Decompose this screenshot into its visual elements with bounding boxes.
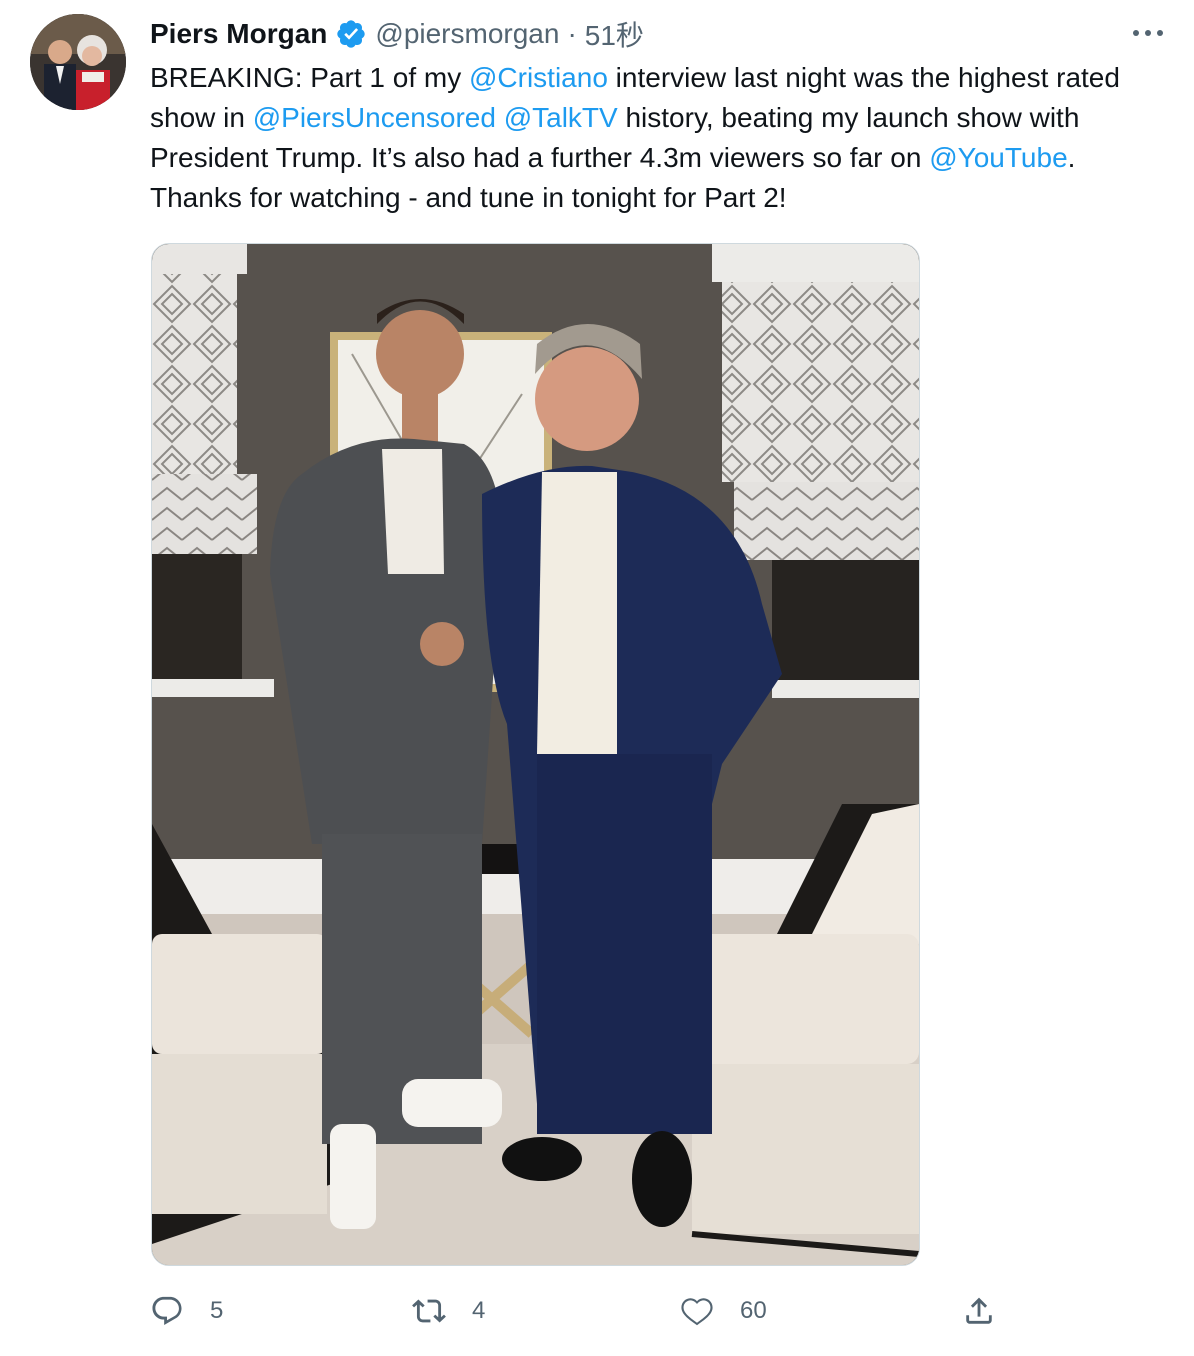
heart-icon: [681, 1298, 713, 1326]
tweet-photo[interactable]: [151, 243, 920, 1266]
tweet-timestamp[interactable]: 51秒: [585, 14, 644, 54]
verified-badge-icon: [335, 18, 367, 50]
author-handle[interactable]: @piersmorgan: [375, 18, 559, 50]
tweet-card[interactable]: Piers Morgan @piersmorgan · 51秒 BREAKING…: [0, 0, 1194, 1356]
tweet-action-bar: 5 4 60: [150, 1286, 1010, 1336]
mention-talktv[interactable]: @TalkTV: [504, 102, 618, 133]
photo-image: [152, 244, 919, 1265]
share-icon: [966, 1297, 992, 1324]
mention-youtube[interactable]: @YouTube: [929, 142, 1067, 173]
header-separator: ·: [567, 18, 577, 49]
tweet-text-segment: [496, 102, 504, 133]
retweet-button[interactable]: 4: [412, 1286, 485, 1336]
tweet-header: Piers Morgan @piersmorgan · 51秒: [150, 14, 644, 54]
avatar-image: [30, 14, 126, 110]
more-options-icon[interactable]: [1126, 18, 1170, 48]
retweet-count: 4: [472, 1297, 486, 1324]
retweet-icon: [412, 1299, 446, 1323]
mention-cristiano[interactable]: @Cristiano: [469, 62, 608, 93]
reply-count: 5: [210, 1297, 224, 1324]
like-count: 60: [740, 1297, 767, 1324]
author-avatar[interactable]: [30, 14, 126, 110]
reply-icon: [152, 1296, 182, 1326]
share-button[interactable]: [962, 1286, 996, 1336]
mention-piersuncensored[interactable]: @PiersUncensored: [253, 102, 496, 133]
author-name[interactable]: Piers Morgan: [150, 18, 327, 50]
like-button[interactable]: 60: [680, 1286, 767, 1336]
tweet-text: BREAKING: Part 1 of my @Cristiano interv…: [150, 58, 1170, 218]
reply-button[interactable]: 5: [150, 1286, 223, 1336]
tweet-text-segment: BREAKING: Part 1 of my: [150, 62, 469, 93]
